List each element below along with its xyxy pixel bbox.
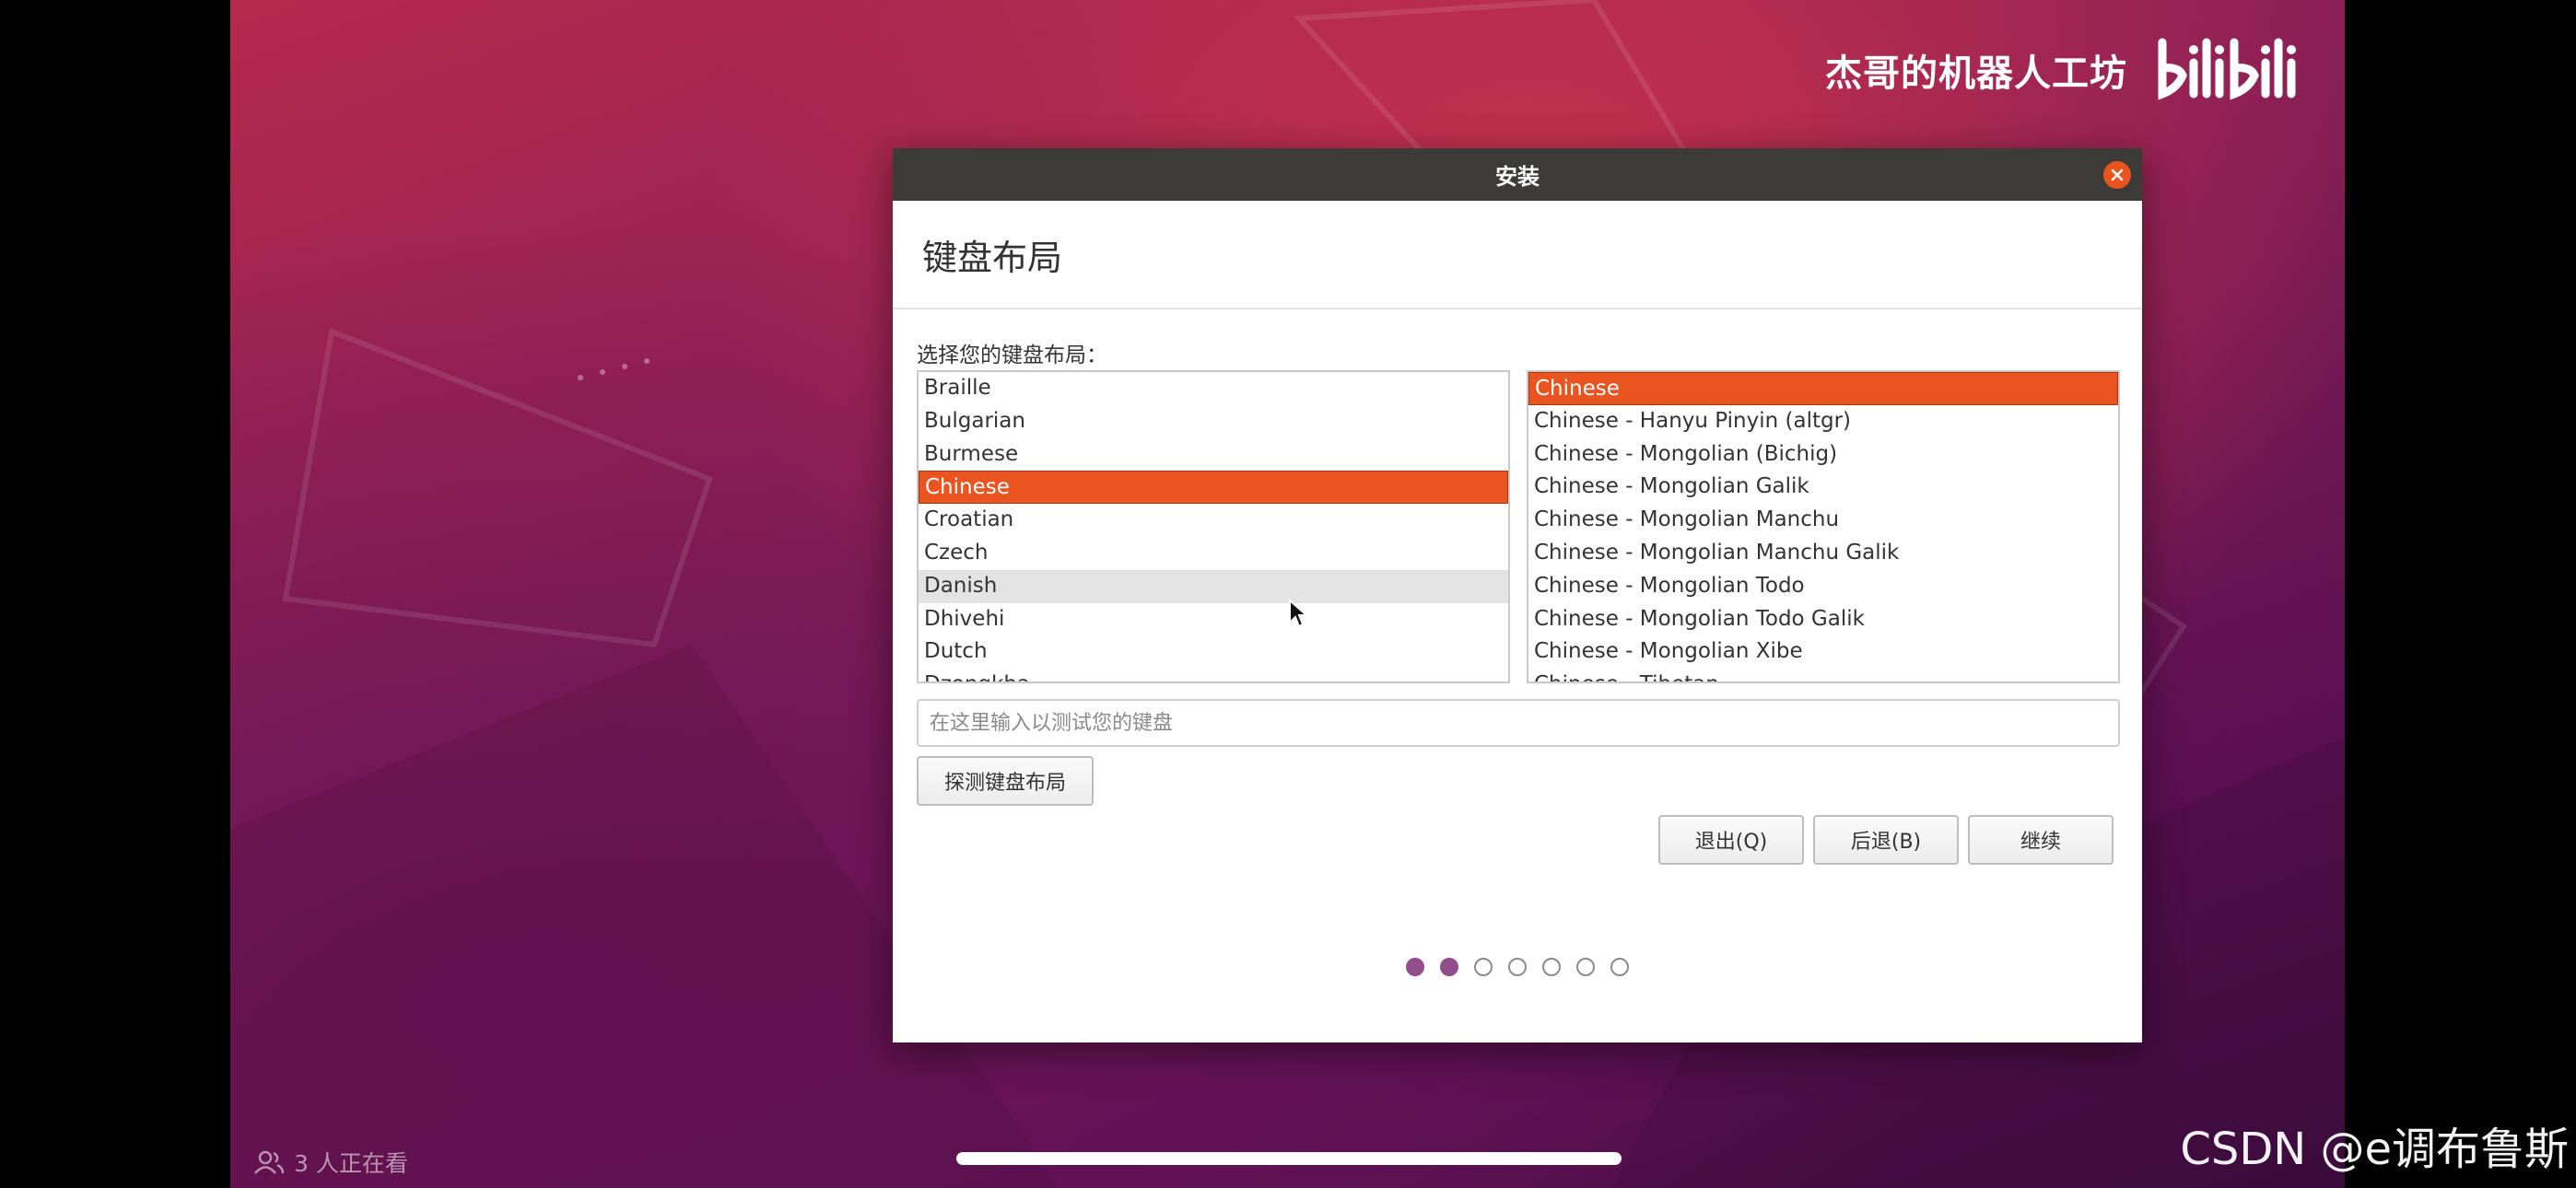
progress-dots (893, 958, 2142, 976)
title-bar: 安装 (893, 148, 2142, 201)
layout-list-item[interactable]: Burmese (919, 438, 1508, 472)
progress-dot (1576, 958, 1595, 976)
page-header: 键盘布局 (893, 201, 2142, 309)
detect-layout-button[interactable]: 探测键盘布局 (917, 756, 1094, 806)
continue-button[interactable]: 继续 (1968, 815, 2113, 865)
mouse-cursor-icon (1289, 599, 1308, 628)
layout-list-item[interactable]: Braille (919, 372, 1508, 405)
layout-list[interactable]: Braille Bulgarian Burmese Chinese Croati… (917, 370, 1510, 683)
layout-list-item[interactable]: Dutch (919, 635, 1508, 669)
close-icon (2111, 169, 2124, 181)
layout-list-item[interactable]: Dzongkha (919, 669, 1508, 681)
progress-dot-done (1406, 958, 1424, 976)
csdn-watermark: CSDN @e调布鲁斯 (2180, 1124, 2569, 1175)
variant-list-item-selected[interactable]: Chinese (1528, 372, 2118, 405)
progress-dot-done (1440, 958, 1458, 976)
page-title: 键盘布局 (922, 237, 1063, 278)
bilibili-logo (2158, 38, 2296, 100)
layout-list-item-hovered[interactable]: Danish (919, 569, 1508, 603)
layout-list-item-selected[interactable]: Chinese (919, 471, 1508, 505)
variant-list-item[interactable]: Chinese - Mongolian Manchu (1528, 504, 2118, 537)
quit-button[interactable]: 退出(Q) (1658, 815, 1804, 865)
progress-dot (1610, 958, 1629, 976)
variant-list-item[interactable]: Chinese - Hanyu Pinyin (altgr) (1528, 405, 2118, 438)
variant-list-item[interactable]: Chinese - Tibetan (1528, 669, 2118, 681)
keyboard-test-input[interactable] (917, 699, 2120, 747)
back-button[interactable]: 后退(B) (1813, 815, 1959, 865)
viewer-count-text: 3 人正在看 (294, 1150, 408, 1177)
progress-dot (1542, 958, 1561, 976)
layout-list-item[interactable]: Czech (919, 537, 1508, 570)
close-button[interactable] (2103, 161, 2131, 189)
variant-list-item[interactable]: Chinese - Mongolian (Bichig) (1528, 438, 2118, 472)
video-frame: 杰哥的机器人工坊 3 人正在看 安装 键盘布局 选择您的键盘布局： Braill… (230, 0, 2345, 1188)
installer-window: 安装 键盘布局 选择您的键盘布局： Braille Bulgarian Burm… (893, 148, 2142, 1042)
window-title: 安装 (1495, 164, 1540, 190)
layout-list-item[interactable]: Croatian (919, 504, 1508, 537)
layout-prompt: 选择您的键盘布局： (917, 344, 1107, 367)
viewer-count: 3 人正在看 (253, 1146, 408, 1179)
watermark-text: 杰哥的机器人工坊 (1825, 52, 2127, 95)
layout-list-item[interactable]: Dhivehi (919, 603, 1508, 636)
variant-list-item[interactable]: Chinese - Mongolian Xibe (1528, 635, 2118, 669)
progress-dot (1474, 958, 1493, 976)
variant-list-item[interactable]: Chinese - Mongolian Todo Galik (1528, 603, 2118, 636)
variant-list-item[interactable]: Chinese - Mongolian Galik (1528, 471, 2118, 504)
variant-list-item[interactable]: Chinese - Mongolian Manchu Galik (1528, 537, 2118, 570)
variant-list[interactable]: Chinese Chinese - Hanyu Pinyin (altgr) C… (1527, 370, 2120, 683)
people-icon (254, 1150, 285, 1174)
variant-list-item[interactable]: Chinese - Mongolian Todo (1528, 570, 2118, 603)
bilibili-watermark: 杰哥的机器人工坊 (1825, 35, 2308, 105)
layout-list-item[interactable]: Bulgarian (919, 405, 1508, 438)
home-indicator[interactable] (956, 1152, 1622, 1165)
progress-dot (1508, 958, 1527, 976)
